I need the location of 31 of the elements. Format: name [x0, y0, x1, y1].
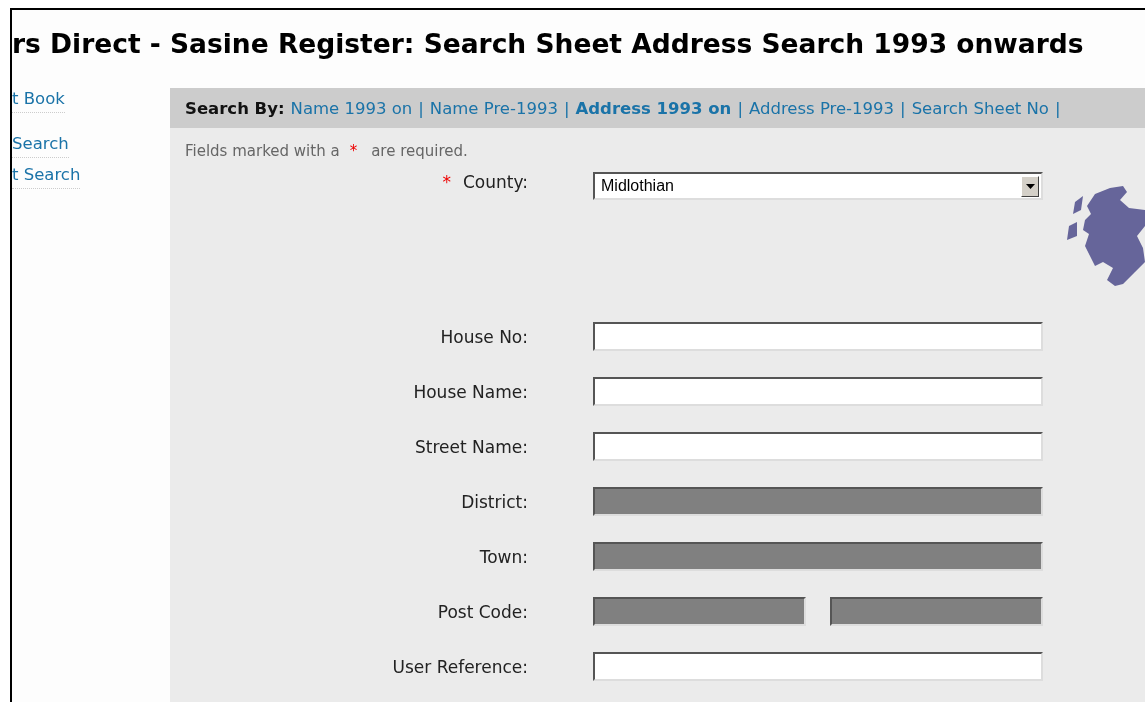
text-field[interactable] [593, 652, 1043, 681]
page-title: rs Direct - Sasine Register: Search Sheet Address Search 1993 onwards [12, 27, 1085, 58]
text-field[interactable] [593, 432, 1043, 461]
county-dropdown[interactable]: Midlothian [593, 172, 1043, 200]
sidebar-link[interactable]: t Search [12, 164, 81, 189]
field-label: House No: [440, 326, 528, 347]
field-label: Street Name: [415, 436, 528, 457]
link-separator: | [418, 98, 424, 118]
search-type-link[interactable]: Address 1993 on [575, 98, 732, 118]
required-mark: * [442, 172, 451, 192]
sidebar-link[interactable]: Search [12, 133, 69, 158]
field-label: County: [462, 172, 528, 192]
search-type-link[interactable]: Name Pre-1993 [429, 98, 558, 118]
search-type-link[interactable]: Name 1993 on [290, 98, 413, 118]
link-separator: | [737, 98, 743, 118]
link-separator: | [900, 98, 906, 118]
field-label: User Reference: [392, 656, 528, 677]
search-by-label: Search By: [185, 98, 285, 118]
search-type-link[interactable]: Address Pre-1993 [748, 98, 895, 118]
text-field[interactable] [593, 377, 1043, 406]
link-separator: | [563, 98, 570, 118]
field-label: House Name: [413, 381, 528, 402]
field-label: District: [461, 491, 528, 512]
field-label: Town: [479, 546, 528, 567]
search-type-link[interactable]: Search Sheet No [911, 98, 1049, 118]
required-note: Fields marked with a * are required. [185, 142, 469, 160]
sidebar-link[interactable]: t Book [12, 88, 65, 113]
map-icon [1065, 186, 1145, 286]
field-label: Post Code: [437, 601, 528, 622]
text-field[interactable] [593, 322, 1043, 351]
link-separator: | [1054, 98, 1061, 118]
